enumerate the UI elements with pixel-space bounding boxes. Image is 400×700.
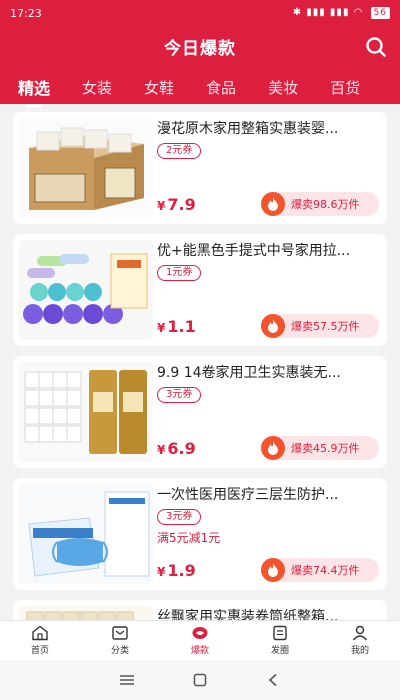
product-price: ¥7.9: [157, 195, 196, 214]
product-info: 9.9 14卷家用卫生实惠装无... 3元券 ¥6.9 爆卖45.9万件: [157, 364, 379, 460]
sold-badge: 爆卖74.4万件: [261, 558, 379, 582]
home-icon: [32, 625, 48, 641]
product-title: 丝飘家用实惠装卷筒纸整箱...: [157, 609, 339, 620]
sold-badge: 爆卖45.9万件: [261, 436, 379, 460]
category-icon: [112, 626, 128, 640]
nav-moments-label: 发圈: [270, 646, 289, 656]
tab-general-goods[interactable]: 百货: [330, 77, 360, 98]
back-icon: [269, 673, 277, 687]
nav-category[interactable]: 分类: [80, 621, 160, 660]
search-icon: [366, 37, 386, 57]
tab-food[interactable]: 食品: [206, 77, 236, 98]
home-button[interactable]: [191, 671, 209, 689]
signal-wifi-icons: ✱ ▮▮▮ ▮▮▮ ◠: [292, 7, 364, 18]
battery-icon: 56: [370, 7, 390, 19]
nav-profile-label: 我的: [350, 646, 369, 656]
status-icons: ✱ ▮▮▮ ▮▮▮ ◠ 56: [293, 7, 390, 19]
fire-icon: [261, 192, 285, 216]
fire-icon: [261, 558, 285, 582]
nav-profile[interactable]: 我的: [320, 621, 400, 660]
fire-icon: [261, 314, 285, 338]
profile-icon: [352, 625, 368, 641]
sold-badge: 爆卖57.5万件: [261, 314, 379, 338]
nav-moments[interactable]: 发圈: [240, 621, 320, 660]
hot-icon: [192, 627, 208, 639]
menu-icon: [119, 675, 134, 685]
status-bar: 17:23 ✱ ▮▮▮ ▮▮▮ ◠ 56: [0, 0, 400, 26]
product-info: 漫花原木家用整箱实惠装婴... 2元券 ¥7.9 爆卖98.6万件: [157, 120, 379, 216]
nav-home[interactable]: 首页: [0, 621, 80, 660]
product-title: 漫花原木家用整箱实惠装婴...: [157, 121, 339, 137]
currency-symbol: ¥: [157, 565, 166, 579]
product-price: ¥6.9: [157, 439, 196, 458]
product-title: 一次性医用医疗三层生防护...: [157, 487, 339, 503]
product-info: 丝飘家用实惠装卷筒纸整箱...: [157, 608, 379, 620]
menu-button[interactable]: [118, 671, 136, 689]
currency-symbol: ¥: [157, 443, 166, 457]
price-value: 7.9: [167, 195, 196, 214]
price-value: 1.9: [167, 561, 196, 580]
back-button[interactable]: [264, 671, 282, 689]
product-image: [19, 240, 153, 340]
tab-featured[interactable]: 精选: [18, 75, 50, 107]
sold-badge: 爆卖98.6万件: [261, 192, 379, 216]
search-button[interactable]: [364, 35, 388, 59]
product-image: [19, 606, 153, 620]
tab-womens-clothing[interactable]: 女装: [82, 77, 112, 98]
product-card[interactable]: 一次性医用医疗三层生防护... 3元券 满5元减1元 ¥1.9 爆卖74.4万件: [13, 478, 387, 590]
page-title: 今日爆款: [164, 38, 236, 59]
header: 17:23 ✱ ▮▮▮ ▮▮▮ ◠ 56 今日爆款 精选 女装 女鞋 食品 美妆…: [0, 0, 400, 107]
moments-icon: [273, 625, 287, 641]
product-image: [19, 484, 153, 584]
tab-womens-shoes[interactable]: 女鞋: [144, 77, 174, 98]
product-info: 一次性医用医疗三层生防护... 3元券 满5元减1元 ¥1.9 爆卖74.4万件: [157, 486, 379, 582]
product-card[interactable]: 漫花原木家用整箱实惠装婴... 2元券 ¥7.9 爆卖98.6万件: [13, 112, 387, 224]
square-icon: [193, 673, 207, 687]
category-tabs: 精选 女装 女鞋 食品 美妆 百货: [0, 70, 400, 107]
title-bar: 今日爆款: [0, 26, 400, 66]
sold-count: 爆卖45.9万件: [291, 442, 360, 455]
system-nav-bar: [0, 660, 400, 700]
sold-count: 爆卖98.6万件: [291, 198, 360, 211]
nav-hot-label: 爆款: [190, 646, 209, 656]
fire-icon: [261, 436, 285, 460]
price-value: 1.1: [167, 317, 196, 336]
status-time: 17:23: [10, 6, 42, 20]
sold-count: 爆卖74.4万件: [291, 564, 360, 577]
product-title: 优+能黑色手提式中号家用拉...: [157, 243, 351, 259]
promo-text: 满5元减1元: [157, 531, 221, 545]
product-image: [19, 118, 153, 218]
bottom-nav: 首页 分类 爆款 发圈 我的: [0, 620, 400, 660]
nav-category-label: 分类: [110, 646, 129, 656]
product-image: [19, 362, 153, 462]
currency-symbol: ¥: [157, 199, 166, 213]
currency-symbol: ¥: [157, 321, 166, 335]
tab-beauty[interactable]: 美妆: [268, 77, 298, 98]
coupon-badge[interactable]: 3元券: [157, 387, 202, 403]
product-price: ¥1.9: [157, 561, 196, 580]
sold-count: 爆卖57.5万件: [291, 320, 360, 333]
nav-home-label: 首页: [30, 646, 49, 656]
product-title: 9.9 14卷家用卫生实惠装无...: [157, 365, 341, 381]
product-card[interactable]: 丝飘家用实惠装卷筒纸整箱...: [13, 600, 387, 620]
coupon-badge[interactable]: 1元券: [157, 265, 202, 281]
nav-hot[interactable]: 爆款: [160, 621, 240, 660]
product-card[interactable]: 9.9 14卷家用卫生实惠装无... 3元券 ¥6.9 爆卖45.9万件: [13, 356, 387, 468]
coupon-badge[interactable]: 3元券: [157, 509, 202, 525]
price-value: 6.9: [167, 439, 196, 458]
product-list: 漫花原木家用整箱实惠装婴... 2元券 ¥7.9 爆卖98.6万件 优+能黑色手…: [0, 104, 400, 620]
product-card[interactable]: 优+能黑色手提式中号家用拉... 1元券 ¥1.1 爆卖57.5万件: [13, 234, 387, 346]
product-info: 优+能黑色手提式中号家用拉... 1元券 ¥1.1 爆卖57.5万件: [157, 242, 379, 338]
coupon-badge[interactable]: 2元券: [157, 143, 202, 159]
product-price: ¥1.1: [157, 317, 196, 336]
